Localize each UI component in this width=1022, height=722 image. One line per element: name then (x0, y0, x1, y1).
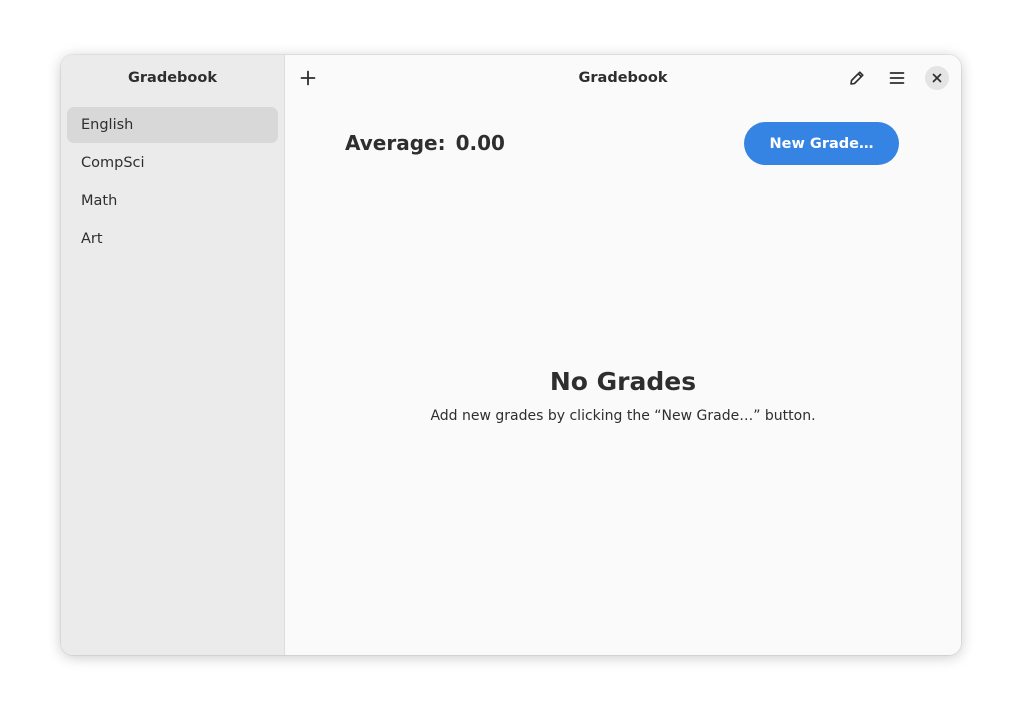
main-menu-button[interactable] (881, 62, 913, 94)
sidebar-item-english[interactable]: English (67, 107, 278, 143)
average-display: Average: 0.00 (345, 131, 505, 155)
empty-state-title: No Grades (549, 367, 697, 396)
sidebar-item-art[interactable]: Art (67, 221, 278, 257)
average-label: Average: (345, 131, 446, 155)
sidebar-item-compsci[interactable]: CompSci (67, 145, 278, 181)
sidebar: Gradebook English CompSci Math Art (61, 55, 285, 655)
edit-icon (850, 71, 864, 85)
close-button[interactable] (925, 66, 949, 90)
add-subject-button[interactable] (292, 62, 324, 94)
average-value: 0.00 (455, 131, 505, 155)
sidebar-item-label: Math (81, 193, 118, 209)
new-grade-button[interactable]: New Grade… (744, 122, 899, 165)
close-icon (932, 73, 942, 83)
subject-list: English CompSci Math Art (61, 101, 284, 257)
main-content: Gradebook Average: 0.00 New Grade… No Gr… (285, 55, 961, 655)
menu-icon (889, 72, 905, 84)
empty-state: No Grades Add new grades by clicking the… (285, 367, 961, 424)
sidebar-item-label: CompSci (81, 155, 145, 171)
add-icon (300, 70, 316, 86)
sidebar-item-math[interactable]: Math (67, 183, 278, 219)
sidebar-item-label: English (81, 117, 134, 133)
empty-state-description: Add new grades by clicking the “New Grad… (430, 408, 816, 424)
sidebar-item-label: Art (81, 231, 103, 247)
header-bar: Gradebook (285, 55, 961, 101)
edit-button[interactable] (841, 62, 873, 94)
sidebar-title: Gradebook (128, 70, 217, 86)
app-window: Gradebook English CompSci Math Art Grade (61, 55, 961, 655)
